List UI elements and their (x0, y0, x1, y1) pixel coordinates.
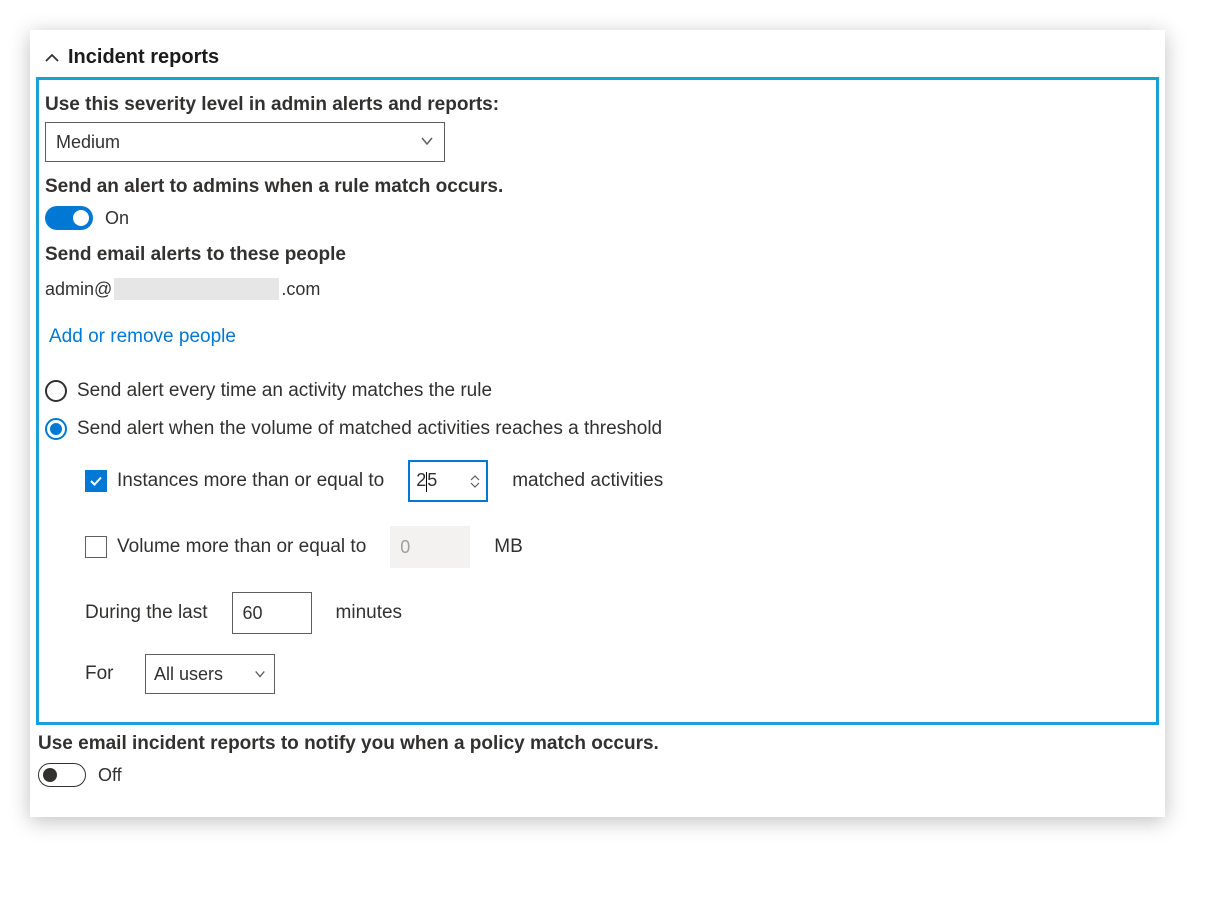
email-prefix: admin@ (45, 279, 112, 300)
incident-notify-toggle-state: Off (98, 765, 122, 786)
volume-label: Volume more than or equal to (117, 536, 366, 558)
add-remove-people-link[interactable]: Add or remove people (49, 326, 236, 348)
radio-threshold[interactable] (45, 418, 67, 440)
incident-notify-label: Use email incident reports to notify you… (38, 733, 1157, 755)
email-suffix: .com (281, 279, 320, 300)
instances-input[interactable]: 25 (408, 460, 488, 502)
during-prefix: During the last (85, 602, 208, 624)
severity-value: Medium (56, 132, 120, 153)
for-value: All users (154, 664, 223, 685)
volume-suffix: MB (494, 536, 523, 558)
threshold-settings: Instances more than or equal to 25 match… (85, 460, 1150, 694)
spinner-icon[interactable] (470, 475, 480, 488)
volume-value: 0 (400, 537, 410, 558)
alert-admins-label: Send an alert to admins when a rule matc… (45, 176, 1150, 198)
section-header[interactable]: Incident reports (30, 30, 1165, 77)
incident-notify-toggle[interactable] (38, 763, 86, 787)
incident-reports-panel: Incident reports Use this severity level… (30, 30, 1165, 817)
highlighted-settings-area: Use this severity level in admin alerts … (36, 77, 1159, 725)
radio-every-activity[interactable] (45, 380, 67, 402)
radio-every-label: Send alert every time an activity matche… (77, 380, 492, 402)
instances-label: Instances more than or equal to (117, 470, 384, 492)
during-suffix: minutes (336, 602, 403, 624)
for-dropdown[interactable]: All users (145, 654, 275, 694)
during-value: 60 (243, 603, 263, 624)
volume-checkbox[interactable] (85, 536, 107, 558)
chevron-down-icon (420, 132, 434, 153)
alert-admins-toggle-state: On (105, 208, 129, 229)
chevron-down-icon (254, 664, 266, 685)
instances-checkbox[interactable] (85, 470, 107, 492)
redacted-domain (114, 278, 279, 300)
severity-label: Use this severity level in admin alerts … (45, 94, 1150, 116)
severity-dropdown[interactable]: Medium (45, 122, 445, 162)
for-label: For (85, 663, 135, 685)
chevron-up-icon (44, 50, 60, 66)
instances-suffix: matched activities (512, 470, 663, 492)
radio-threshold-label: Send alert when the volume of matched ac… (77, 418, 662, 440)
volume-input: 0 (390, 526, 470, 568)
email-recipient: admin@ .com (45, 278, 1150, 300)
section-title: Incident reports (68, 46, 219, 69)
email-alerts-label: Send email alerts to these people (45, 244, 1150, 266)
during-input[interactable]: 60 (232, 592, 312, 634)
alert-admins-toggle[interactable] (45, 206, 93, 230)
